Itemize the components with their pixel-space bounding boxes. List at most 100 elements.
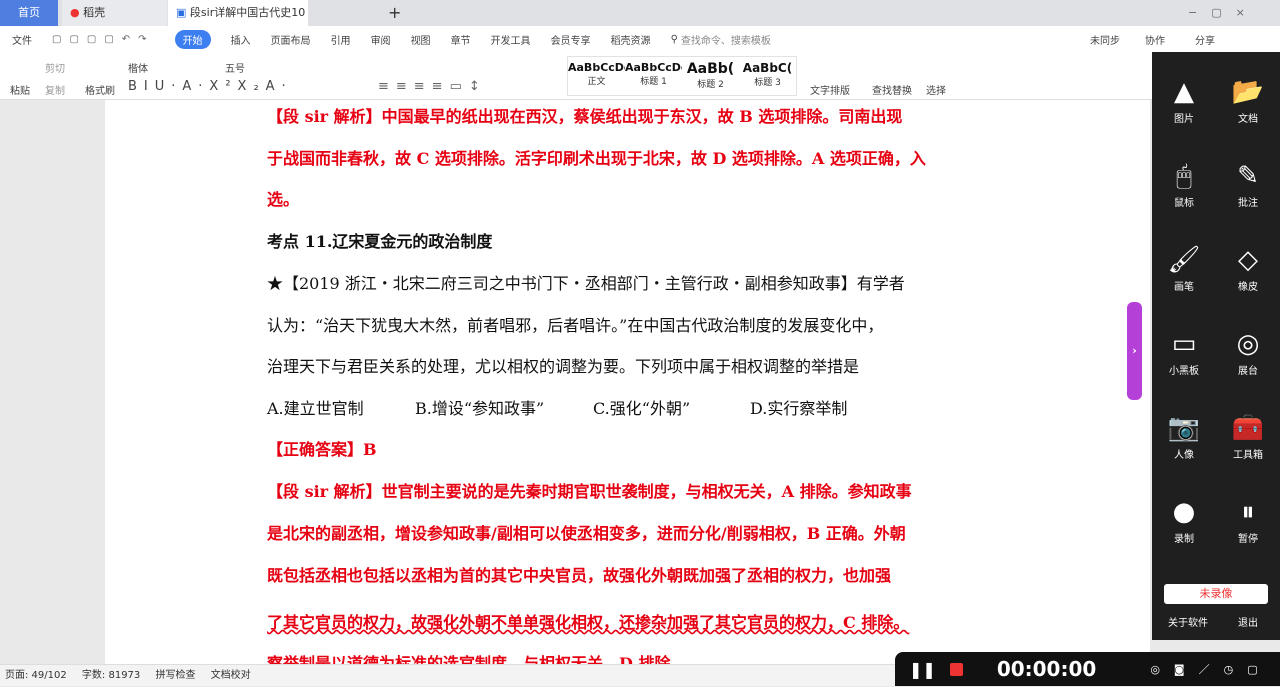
tool-label: 小黑板 <box>1169 366 1199 377</box>
copy-button[interactable]: 复制 <box>45 82 65 97</box>
screenshot-icon[interactable]: ◎ <box>1150 663 1160 676</box>
writer-icon: ▣ <box>176 6 187 19</box>
collab-button[interactable]: 协作 <box>1145 32 1165 47</box>
style-sample: AaBbCcDd <box>625 61 682 74</box>
menu-file[interactable]: 文件 <box>12 32 32 47</box>
format-painter-button[interactable]: 格式刷 <box>85 82 115 97</box>
tool-icon: 🧰 <box>1231 413 1265 443</box>
font-size-select[interactable]: 五号 <box>225 60 245 75</box>
tool-label: 展台 <box>1238 366 1258 377</box>
recorder-sidebar: ▲ 图片 📂 文档 🖱 鼠标 ✎ 批注 🖌 画笔 ◇ 橡皮 ▭ 小黑板 ◎ 展台 📷 人像 🧰 工具箱 ● 录制 ⏸ 暂停 未… <box>1152 52 1280 640</box>
tab-document[interactable]: ▣ 段sir详解中国古代史10年真题 × <box>168 0 308 45</box>
option-b: B.增设“参知政事” <box>415 399 545 418</box>
menu-layout[interactable]: 页面布局 <box>271 32 311 47</box>
paste-button[interactable]: 粘贴 <box>10 82 30 97</box>
command-search[interactable]: 查找命令、搜索模板 <box>681 32 771 47</box>
analysis-line: 是北宋的副丞相，增设参知政事/副相可以使丞相变多，进而分化/削弱相权，B 正确。… <box>267 524 906 543</box>
quick-access-icons[interactable]: ▢▢▢▢↶↷ <box>52 34 155 45</box>
menu-daoke[interactable]: 稻壳资源 <box>611 32 651 47</box>
sidebar-tool[interactable]: ◎ 展台 <box>1216 326 1280 377</box>
about-button[interactable]: 关于软件 <box>1168 614 1208 629</box>
pen-icon[interactable]: ／ <box>1199 661 1210 677</box>
tool-icon: ▭ <box>1171 329 1197 359</box>
section-heading: 考点 11.辽宋夏金元的政治制度 <box>267 232 493 251</box>
tab-daoke[interactable]: ● 稻壳 <box>62 0 167 26</box>
sync-status[interactable]: 未同步 <box>1090 32 1120 47</box>
sidebar-tool[interactable]: 🖱 鼠标 <box>1152 158 1216 209</box>
recording-bar: ❚❚ 00:00:00 ◎ ◙ ／ ◷ ▢ <box>895 652 1280 686</box>
analysis-line: 【段 sir 解析】世官制主要说的是先秦时期官职世袭制度，与相权无关，A 排除。… <box>267 482 912 501</box>
tool-icon: ● <box>1172 497 1196 527</box>
exit-button[interactable]: 退出 <box>1238 614 1258 629</box>
recording-timer: 00:00:00 <box>996 657 1097 681</box>
style-h2[interactable]: AaBb( 标题 2 <box>682 57 739 95</box>
paragraph-buttons[interactable]: ≡≡≡≡▭↕ <box>378 79 487 94</box>
timer-icon[interactable]: ◷ <box>1224 663 1234 676</box>
analysis-line: 既包括丞相也包括以丞相为首的其它中央官员，故强化外朝既加强了丞相的权力，也加强 <box>267 566 892 585</box>
sidebar-tool[interactable]: ● 录制 <box>1152 494 1216 545</box>
menu-references[interactable]: 引用 <box>331 32 351 47</box>
style-name: 标题 2 <box>697 80 724 90</box>
document-area[interactable]: 【段 sir 解析】中国最早的纸出现在西汉，蔡侯纸出现于东汉，故 B 选项排除。… <box>0 100 1152 664</box>
window-icon[interactable]: ▢ <box>1247 663 1257 676</box>
tab-home[interactable]: 首页 <box>0 0 58 26</box>
document-page[interactable]: 【段 sir 解析】中国最早的纸出现在西汉，蔡侯纸出现于东汉，故 B 选项排除。… <box>105 100 1150 664</box>
tool-icon: ◇ <box>1238 245 1258 275</box>
sidebar-tool[interactable]: ⏸ 暂停 <box>1216 494 1280 545</box>
menu-dev[interactable]: 开发工具 <box>491 32 531 47</box>
sidebar-tool[interactable]: 🧰 工具箱 <box>1216 410 1280 461</box>
tool-label: 文档 <box>1238 114 1258 125</box>
font-format-buttons[interactable]: BIU·A·X²X₂A· <box>128 79 293 94</box>
tool-icon: ◎ <box>1236 329 1260 359</box>
word-count[interactable]: 字数: 81973 <box>82 670 140 681</box>
menu-member[interactable]: 会员专享 <box>551 32 591 47</box>
page-count[interactable]: 页面: 49/102 <box>5 670 67 681</box>
analysis-line: 于战国而非春秋，故 C 选项排除。活字印刷术出现于北宋，故 D 选项排除。A 选… <box>267 149 926 168</box>
tool-label: 图片 <box>1174 114 1194 125</box>
sidebar-tool[interactable]: ▲ 图片 <box>1152 74 1216 125</box>
sidebar-tool[interactable]: ▭ 小黑板 <box>1152 326 1216 377</box>
stop-icon[interactable] <box>949 662 963 676</box>
sidebar-expand-handle[interactable]: › <box>1127 302 1142 400</box>
sidebar-tool[interactable]: ✎ 批注 <box>1216 158 1280 209</box>
cut-button[interactable]: 剪切 <box>45 60 65 75</box>
sidebar-tool[interactable]: 📷 人像 <box>1152 410 1216 461</box>
tool-icon: 📂 <box>1231 77 1265 107</box>
analysis-line: 了其它官员的权力，故强化外朝不单单强化相权，还掺杂加强了其它官员的权力，C 排除… <box>267 613 910 632</box>
style-normal[interactable]: AaBbCcDd 正文 <box>568 57 625 95</box>
analysis-line: 选。 <box>267 190 300 209</box>
menu-view[interactable]: 视图 <box>411 32 431 47</box>
menu-insert[interactable]: 插入 <box>231 32 251 47</box>
style-gallery: AaBbCcDd 正文 AaBbCcDd 标题 1 AaBb( 标题 2 AaBbC(… <box>567 56 797 96</box>
spell-check[interactable]: 拼写检查 <box>155 670 195 681</box>
sidebar-tool[interactable]: ◇ 橡皮 <box>1216 242 1280 293</box>
option-d: D.实行察举制 <box>750 399 848 418</box>
share-button[interactable]: 分享 <box>1195 32 1215 47</box>
new-tab-button[interactable]: + <box>380 0 401 26</box>
tool-label: 暂停 <box>1238 534 1258 545</box>
menu-home[interactable]: 开始 <box>174 29 211 49</box>
style-h3[interactable]: AaBbC(标题 3 <box>739 57 796 95</box>
menu-review[interactable]: 审阅 <box>371 32 391 47</box>
select-button[interactable]: 选择 <box>926 82 946 97</box>
tool-label: 录制 <box>1174 534 1194 545</box>
text-layout-button[interactable]: 文字排版 <box>810 82 850 97</box>
style-sample: AaBb( <box>686 61 735 77</box>
tool-icon: ▲ <box>1174 77 1194 107</box>
tool-icon: ✎ <box>1237 161 1259 191</box>
sidebar-tool[interactable]: 🖌 画笔 <box>1152 242 1216 293</box>
tool-label: 批注 <box>1238 198 1258 209</box>
question-line: 认为：“治天下犹曳大木然，前者唱邪，后者唱许。”在中国古代政治制度的发展变化中， <box>267 316 884 335</box>
pause-icon[interactable]: ❚❚ <box>909 660 936 679</box>
find-replace-button[interactable]: 查找替换 <box>872 82 912 97</box>
tool-icon: 🖌 <box>1167 245 1201 275</box>
window-controls[interactable]: −▢× <box>1180 0 1259 26</box>
camera-icon[interactable]: ◙ <box>1174 663 1185 676</box>
style-h1[interactable]: AaBbCcDd 标题 1 <box>625 57 682 95</box>
font-select[interactable]: 楷体 <box>128 60 218 75</box>
not-recording-button[interactable]: 未录像 <box>1164 584 1268 604</box>
menu-section[interactable]: 章节 <box>451 32 471 47</box>
style-name: 标题 3 <box>754 78 781 88</box>
proofread[interactable]: 文档校对 <box>211 670 251 681</box>
sidebar-tool[interactable]: 📂 文档 <box>1216 74 1280 125</box>
